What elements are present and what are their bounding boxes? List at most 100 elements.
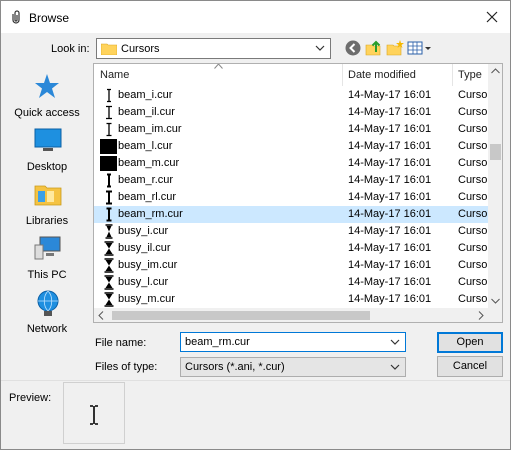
computer-icon: [34, 236, 61, 260]
scroll-up-icon[interactable]: [491, 68, 500, 74]
file-row[interactable]: beam_rl.cur 14-May-17 16:01 Cursor: [94, 189, 492, 206]
filename-input[interactable]: beam_rm.cur: [180, 332, 406, 352]
libraries-icon: [34, 185, 62, 206]
browse-dialog: Browse Look in: Cursors Quick access Des…: [0, 0, 511, 450]
lookin-dropdown[interactable]: Cursors: [96, 38, 331, 59]
file-date: 14-May-17 16:01: [348, 191, 432, 203]
file-date: 14-May-17 16:01: [348, 293, 432, 305]
list-header: Name Date modified Type: [94, 64, 489, 86]
file-row[interactable]: busy_i.cur 14-May-17 16:01 Cursor: [94, 223, 492, 240]
place-quick-access[interactable]: Quick access: [6, 73, 88, 125]
cancel-button[interactable]: Cancel: [437, 356, 503, 377]
ibeam-medium-cursor-icon: [106, 122, 112, 137]
new-folder-icon[interactable]: [386, 39, 404, 57]
file-date: 14-May-17 16:01: [348, 174, 432, 186]
file-date: 14-May-17 16:01: [348, 259, 432, 271]
horizontal-scrollbar[interactable]: [94, 308, 488, 322]
folder-icon: [101, 43, 117, 55]
column-type[interactable]: Type: [458, 69, 482, 81]
file-date: 14-May-17 16:01: [348, 225, 432, 237]
file-name: busy_i.cur: [118, 225, 169, 237]
place-network[interactable]: Network: [6, 289, 88, 341]
back-icon[interactable]: [344, 39, 362, 57]
places-bar: Quick access Desktop Libraries This PC N…: [6, 65, 88, 351]
file-name: busy_il.cur: [118, 242, 171, 254]
up-folder-icon[interactable]: [365, 39, 383, 57]
window-title: Browse: [29, 11, 70, 25]
file-type: Cursor: [458, 242, 492, 254]
file-date: 14-May-17 16:01: [348, 157, 432, 169]
file-name: busy_l.cur: [118, 276, 169, 288]
file-type: Cursor: [458, 191, 492, 203]
star-icon: [35, 74, 59, 98]
filetype-value: Cursors (*.ani, *.cur): [185, 361, 285, 373]
file-type: Cursor: [458, 174, 492, 186]
file-name: beam_im.cur: [118, 123, 182, 135]
file-name: beam_rm.cur: [118, 208, 183, 220]
place-libraries[interactable]: Libraries: [6, 181, 88, 233]
open-button[interactable]: Open: [437, 332, 503, 353]
file-name: busy_m.cur: [118, 293, 175, 305]
scrollbar-thumb[interactable]: [490, 144, 501, 160]
file-date: 14-May-17 16:01: [348, 123, 432, 135]
scroll-right-icon[interactable]: [478, 311, 484, 320]
file-type: Cursor: [458, 123, 492, 135]
file-row[interactable]: busy_m.cur 14-May-17 16:01 Cursor: [94, 291, 492, 308]
title-bar[interactable]: Browse: [1, 1, 510, 33]
file-type: Cursor: [458, 106, 492, 118]
file-row[interactable]: busy_l.cur 14-May-17 16:01 Cursor: [94, 274, 492, 291]
file-name: beam_i.cur: [118, 89, 173, 101]
filetype-label: Files of type:: [95, 361, 158, 373]
hourglass-large-cursor-icon: [104, 241, 114, 256]
file-date: 14-May-17 16:01: [348, 208, 432, 220]
scroll-down-icon[interactable]: [491, 298, 500, 304]
filetype-dropdown[interactable]: Cursors (*.ani, *.cur): [180, 357, 406, 377]
chevron-down-icon[interactable]: [390, 339, 400, 345]
sort-ascending-icon: [214, 64, 223, 69]
preview-pane: [63, 382, 125, 444]
file-date: 14-May-17 16:01: [348, 106, 432, 118]
column-divider[interactable]: [342, 64, 343, 86]
desktop-icon: [34, 128, 62, 151]
file-row[interactable]: beam_l.cur 14-May-17 16:01 Cursor: [94, 138, 492, 155]
place-desktop[interactable]: Desktop: [6, 127, 88, 179]
ibeam-bold-large-cursor-icon: [106, 190, 112, 205]
column-date[interactable]: Date modified: [348, 69, 416, 81]
ibeam-cursor-icon: [90, 405, 98, 425]
file-date: 14-May-17 16:01: [348, 140, 432, 152]
file-row[interactable]: beam_im.cur 14-May-17 16:01 Cursor: [94, 121, 492, 138]
file-date: 14-May-17 16:01: [348, 276, 432, 288]
hourglass-medium-cursor-icon: [104, 258, 114, 273]
ibeam-bold-cursor-icon: [107, 173, 111, 188]
paperclip-icon: [12, 10, 20, 24]
file-type: Cursor: [458, 276, 492, 288]
place-this-pc[interactable]: This PC: [6, 235, 88, 287]
file-type: Cursor: [458, 225, 492, 237]
vertical-scrollbar[interactable]: [488, 64, 502, 308]
ibeam-bold-medium-cursor-icon: [106, 207, 112, 222]
file-row[interactable]: beam_rm.cur 14-May-17 16:01 Cursor: [94, 206, 491, 223]
file-type: Cursor: [458, 293, 492, 305]
column-divider[interactable]: [452, 64, 453, 86]
close-icon[interactable]: [482, 7, 502, 27]
scrollbar-thumb[interactable]: [112, 311, 370, 320]
network-icon: [37, 290, 59, 316]
file-row[interactable]: busy_il.cur 14-May-17 16:01 Cursor: [94, 240, 492, 257]
file-row[interactable]: beam_i.cur 14-May-17 16:01 Cursor: [94, 87, 491, 104]
black-block-cursor-icon: [100, 139, 117, 154]
file-row[interactable]: beam_il.cur 14-May-17 16:01 Cursor: [94, 104, 492, 121]
file-row[interactable]: beam_m.cur 14-May-17 16:01 Cursor: [94, 155, 491, 172]
view-menu-icon[interactable]: [407, 39, 433, 57]
preview-label: Preview:: [9, 392, 52, 404]
file-row[interactable]: busy_im.cur 14-May-17 16:01 Cursor: [94, 257, 491, 274]
file-row[interactable]: beam_r.cur 14-May-17 16:01 Cursor: [94, 172, 492, 189]
file-list[interactable]: Name Date modified Type beam_i.cur 14-May…: [93, 63, 503, 323]
file-name: beam_r.cur: [118, 174, 174, 186]
column-name[interactable]: Name: [100, 69, 129, 81]
filename-label: File name:: [95, 337, 147, 349]
scroll-left-icon[interactable]: [98, 311, 104, 320]
file-type: Cursor: [458, 140, 492, 152]
file-name: beam_rl.cur: [118, 191, 177, 203]
filename-value: beam_rm.cur: [185, 336, 250, 348]
file-date: 14-May-17 16:01: [348, 89, 432, 101]
